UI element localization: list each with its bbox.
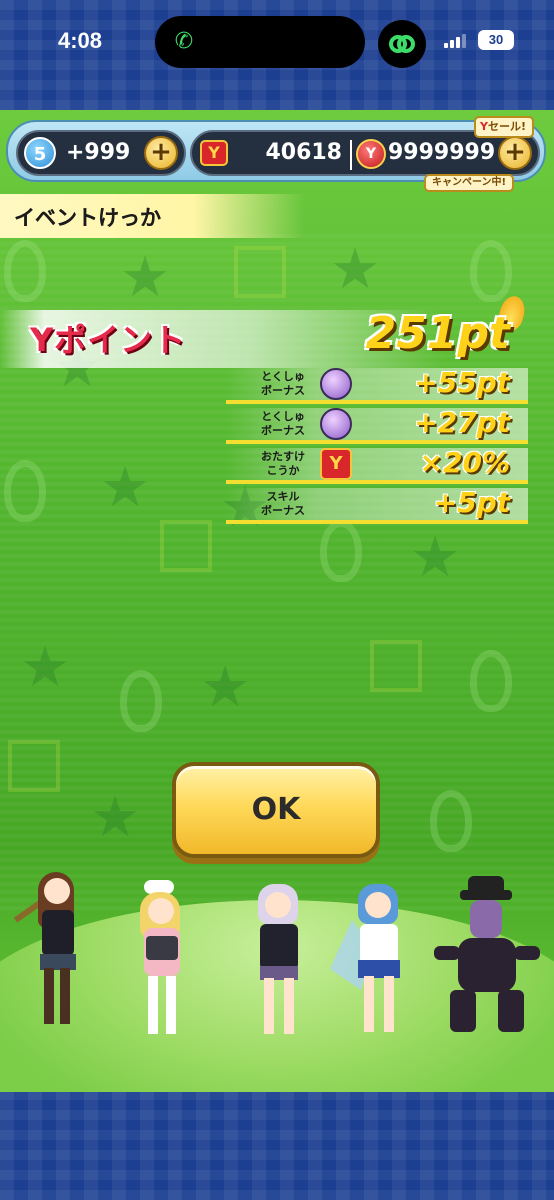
ymoney-value: 40618 [265, 140, 342, 165]
screen-share-icon[interactable] [378, 20, 426, 68]
stamina-counter: 5 +999 + [16, 130, 186, 176]
money-divider [350, 140, 352, 170]
sale-tag[interactable]: Yセール! [474, 116, 534, 138]
campaign-tag[interactable]: キャンペーン中! [424, 174, 515, 192]
bonus-row: とくしゅ ボーナス +27pt [226, 406, 528, 444]
bonus-label: とくしゅ ボーナス [261, 370, 305, 397]
bonus-label: とくしゅ ボーナス [261, 410, 305, 437]
battery-icon: 30 [478, 30, 514, 50]
title-bar: イベントけっか [0, 194, 554, 238]
add-coin-button[interactable]: + [498, 136, 532, 170]
dynamic-island: ✆ [155, 16, 365, 68]
bonus-row: スキル ボーナス +5pt [226, 486, 528, 524]
ymoney-icon: Y [200, 140, 228, 166]
bonus-value: +27pt [414, 406, 510, 439]
character-blue-hair [330, 880, 430, 1050]
bonus-row: おたすけ こうか Y ×20% [226, 446, 528, 484]
bottom-frame [0, 1092, 554, 1200]
character-dark-hat [434, 876, 544, 1050]
bonus-label: おたすけ こうか [261, 450, 305, 477]
add-stamina-button[interactable]: + [144, 136, 178, 170]
ypoint-label: Yポイント [30, 321, 187, 359]
character-brown-hair [10, 870, 110, 1040]
ok-button[interactable]: OK [172, 762, 380, 858]
sale-tag-label: セール! [487, 120, 526, 133]
status-time: 4:08 [58, 28, 103, 53]
currency-hud: 5 +999 + Y 40618 Y 9999999 + Yセール! [6, 116, 546, 182]
page-title: イベントけっか [14, 206, 161, 230]
game-screen: ★ ★ ★ ★ ★ ★ ★ ★ ★ ★ 5 +999 + Y 40618 Y [0, 110, 554, 1092]
character-cat-ears [230, 880, 330, 1050]
character-blonde-chef [110, 880, 220, 1050]
purple-cat-medal-icon [320, 368, 352, 400]
bonus-value: +5pt [433, 486, 510, 519]
coin-value: 9999999 [388, 140, 496, 165]
ypoint-total: 251pt [365, 308, 510, 359]
stamina-level-badge: 5 [24, 137, 56, 169]
bonus-row: とくしゅ ボーナス +55pt [226, 366, 528, 404]
signal-icon [444, 32, 468, 48]
bonus-label: スキル ボーナス [261, 490, 305, 517]
purple-hat-medal-icon [320, 408, 352, 440]
ymoney-up-icon: Y [320, 448, 352, 480]
ok-button-label: OK [251, 792, 301, 827]
bonus-value: +55pt [414, 366, 510, 399]
phone-call-icon[interactable]: ✆ [171, 29, 197, 55]
stamina-value: +999 [66, 140, 131, 165]
bonus-value: ×20% [419, 446, 510, 479]
ycoin-icon: Y [356, 139, 386, 169]
